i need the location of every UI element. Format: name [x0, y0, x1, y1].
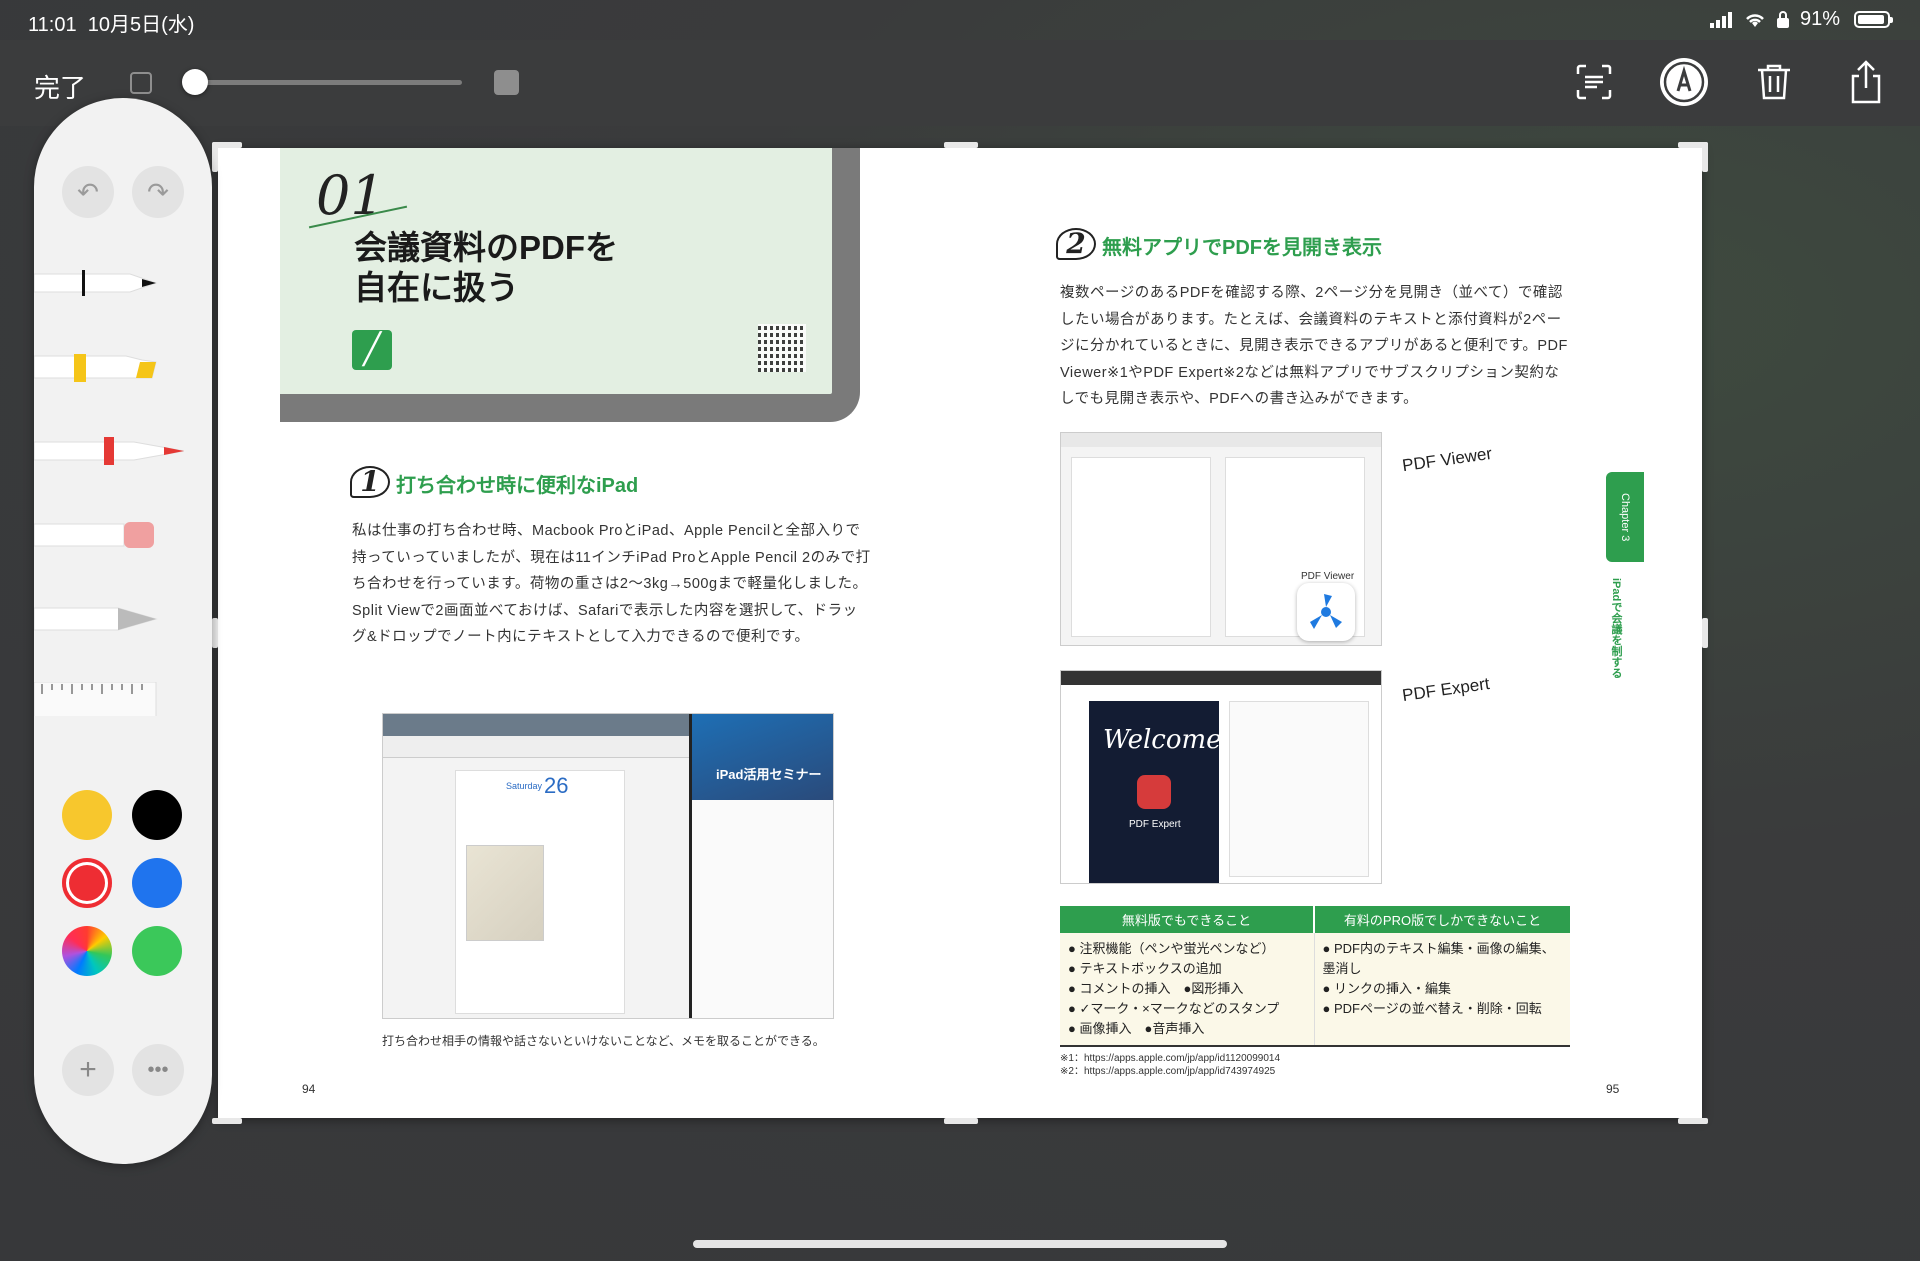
- opacity-max-icon: [494, 70, 519, 95]
- callout-pdf-expert: PDF Expert: [1401, 673, 1491, 706]
- color-blue[interactable]: [132, 858, 182, 908]
- pencil-tool[interactable]: [34, 602, 164, 636]
- marker-tool[interactable]: [34, 434, 184, 468]
- welcome-text: Welcome: [1103, 725, 1222, 755]
- page-number-left: 94: [302, 1082, 316, 1096]
- section1-heading: 1 打ち合わせ時に便利なiPad: [350, 466, 638, 498]
- eraser-tool[interactable]: [34, 518, 164, 552]
- text-recognition-icon[interactable]: [1568, 56, 1620, 108]
- chapter-tab: Chapter 3: [1606, 472, 1644, 562]
- pdf-viewer-app-icon: [1297, 583, 1355, 641]
- section1-title: 打ち合わせ時に便利なiPad: [396, 475, 639, 497]
- map-image: [466, 845, 544, 941]
- color-spectrum[interactable]: [62, 926, 112, 976]
- safari-pane: iPad活用セミナー: [689, 714, 833, 1018]
- markup-icon[interactable]: [1658, 56, 1710, 108]
- crop-handle-right[interactable]: [1702, 618, 1708, 648]
- seminar-banner: iPad活用セミナー: [692, 714, 833, 800]
- pdf-expert-figure: Welcome PDF Expert: [1060, 670, 1382, 884]
- fig2-toolbar: [1061, 671, 1381, 685]
- footnotes: ※1：https://apps.apple.com/jp/app/id11200…: [1060, 1053, 1281, 1077]
- crop-handle-bl[interactable]: [212, 1118, 242, 1124]
- section1-body: 私は仕事の打ち合わせ時、Macbook ProとiPad、Apple Penci…: [352, 523, 871, 645]
- note-page: Saturday 26: [455, 770, 625, 1014]
- share-icon[interactable]: [1840, 56, 1892, 108]
- home-indicator: [693, 1240, 1227, 1248]
- chapter-title: 会議資料のPDFを 自在に扱う: [354, 229, 618, 306]
- fig1-label: PDF Viewer: [1301, 571, 1355, 582]
- opacity-min-icon: [130, 72, 152, 94]
- crop-handle-tr-v[interactable]: [1702, 142, 1708, 172]
- figure-caption: 打ち合わせ相手の情報や話さないといけないことなど、メモを取ることができる。: [382, 1034, 825, 1048]
- pro-list: ● PDF内のテキスト編集・画像の編集、墨消し ● リンクの挿入・編集 ● PD…: [1314, 933, 1570, 1047]
- chapter-side-label: iPadで会議を制する: [1610, 578, 1622, 679]
- table-head-pro: 有料のPRO版でしかできないこと: [1314, 906, 1570, 933]
- highlighter-tool[interactable]: [34, 350, 164, 384]
- pen-logo-icon: ╱: [352, 330, 392, 370]
- fig1-toolbar: [1061, 433, 1381, 447]
- qr-code: [758, 324, 806, 372]
- opacity-slider[interactable]: [182, 69, 462, 95]
- free-list: ● 注釈機能（ペンや蛍光ペンなど） ● テキストボックスの追加 ● コメントの挿…: [1060, 933, 1315, 1047]
- redo-button[interactable]: ↷: [132, 166, 184, 218]
- battery-icon: [1854, 11, 1893, 28]
- color-yellow[interactable]: [62, 790, 112, 840]
- section2-heading: 2 無料アプリでPDFを見開き表示: [1056, 228, 1382, 260]
- status-time: 11:01 10月5日(水): [28, 14, 195, 36]
- expert-doc-page: [1229, 701, 1369, 877]
- list-item: ● 画像挿入 ●音声挿入: [1068, 1021, 1205, 1036]
- ruler-tool[interactable]: [34, 682, 164, 716]
- add-button[interactable]: +: [62, 1044, 114, 1096]
- page-number-right: 95: [1606, 1082, 1620, 1096]
- status-right: 91%: [1709, 8, 1893, 31]
- list-item: ● リンクの挿入・編集: [1322, 981, 1451, 996]
- wifi-icon: [1746, 13, 1764, 27]
- section2-title: 無料アプリでPDFを見開き表示: [1102, 237, 1382, 259]
- crop-handle-br[interactable]: [1678, 1118, 1708, 1124]
- markup-toolbar: 完了: [0, 40, 1920, 126]
- section1-number: 1: [350, 466, 390, 498]
- list-item: ● 注釈機能（ペンや蛍光ペンなど）: [1068, 941, 1275, 956]
- figure-date: 26: [544, 773, 569, 798]
- color-black[interactable]: [132, 790, 182, 840]
- list-item: ● PDF内のテキスト編集・画像の編集、墨消し: [1322, 941, 1555, 976]
- feature-table: 無料版でもできること 有料のPRO版でしかできないこと ● 注釈機能（ペンや蛍光…: [1060, 906, 1570, 1047]
- right-page: 2 無料アプリでPDFを見開き表示 複数ページのあるPDFを確認する際、2ページ…: [960, 148, 1702, 1118]
- tool-palette: ↶ ↷ + •••: [34, 98, 212, 1164]
- battery-percentage: 91%: [1799, 8, 1840, 30]
- more-button[interactable]: •••: [132, 1044, 184, 1096]
- trash-icon[interactable]: [1748, 56, 1800, 108]
- slider-thumb[interactable]: [182, 69, 208, 95]
- section2-body: 複数ページのあるPDFを確認する際、2ページ分を見開き（並べて）で確認したい場合…: [1060, 285, 1568, 407]
- callout-pdf-viewer: PDF Viewer: [1401, 443, 1494, 476]
- split-view-figure: Saturday 26 iPad活用セミナー: [382, 713, 834, 1019]
- list-item: ● PDFページの並べ替え・削除・回転: [1322, 1001, 1542, 1016]
- goodnotes-pane: Saturday 26: [383, 714, 689, 1018]
- fig1-page-left: [1071, 457, 1211, 637]
- pane-tools: [383, 736, 689, 758]
- left-page: 01 会議資料のPDFを 自在に扱う ╱ 1 打ち合わせ時に便利なiPad 私は…: [218, 148, 960, 1118]
- lock-rotation-icon: [1776, 10, 1789, 28]
- pdf-spread[interactable]: 01 会議資料のPDFを 自在に扱う ╱ 1 打ち合わせ時に便利なiPad 私は…: [212, 142, 1708, 1124]
- section2-number: 2: [1056, 228, 1096, 260]
- expert-welcome-panel: Welcome PDF Expert: [1089, 701, 1222, 883]
- pen-tool[interactable]: [34, 266, 164, 300]
- list-item: ● ✓マーク・×マークなどのスタンプ: [1068, 1001, 1280, 1016]
- pdf-viewer-figure: PDF Viewer: [1060, 432, 1382, 646]
- pane-toolbar: [383, 714, 689, 736]
- list-item: ● コメントの挿入 ●図形挿入: [1068, 981, 1244, 996]
- list-item: ● テキストボックスの追加: [1068, 961, 1222, 976]
- color-green[interactable]: [132, 926, 182, 976]
- table-head-free: 無料版でもできること: [1060, 906, 1315, 933]
- pdf-expert-app-icon: [1137, 775, 1171, 809]
- chapter-header: 01 会議資料のPDFを 自在に扱う ╱: [280, 148, 860, 422]
- figure-day: Saturday: [506, 781, 543, 791]
- fig2-label: PDF Expert: [1129, 819, 1181, 830]
- undo-button[interactable]: ↶: [62, 166, 114, 218]
- status-bar: 11:01 10月5日(水) 91%: [0, 0, 1920, 40]
- color-red-selected[interactable]: [62, 858, 112, 908]
- signal-icon: [1709, 11, 1732, 28]
- done-button[interactable]: 完了: [34, 68, 86, 105]
- crop-handle-bottom[interactable]: [944, 1118, 978, 1124]
